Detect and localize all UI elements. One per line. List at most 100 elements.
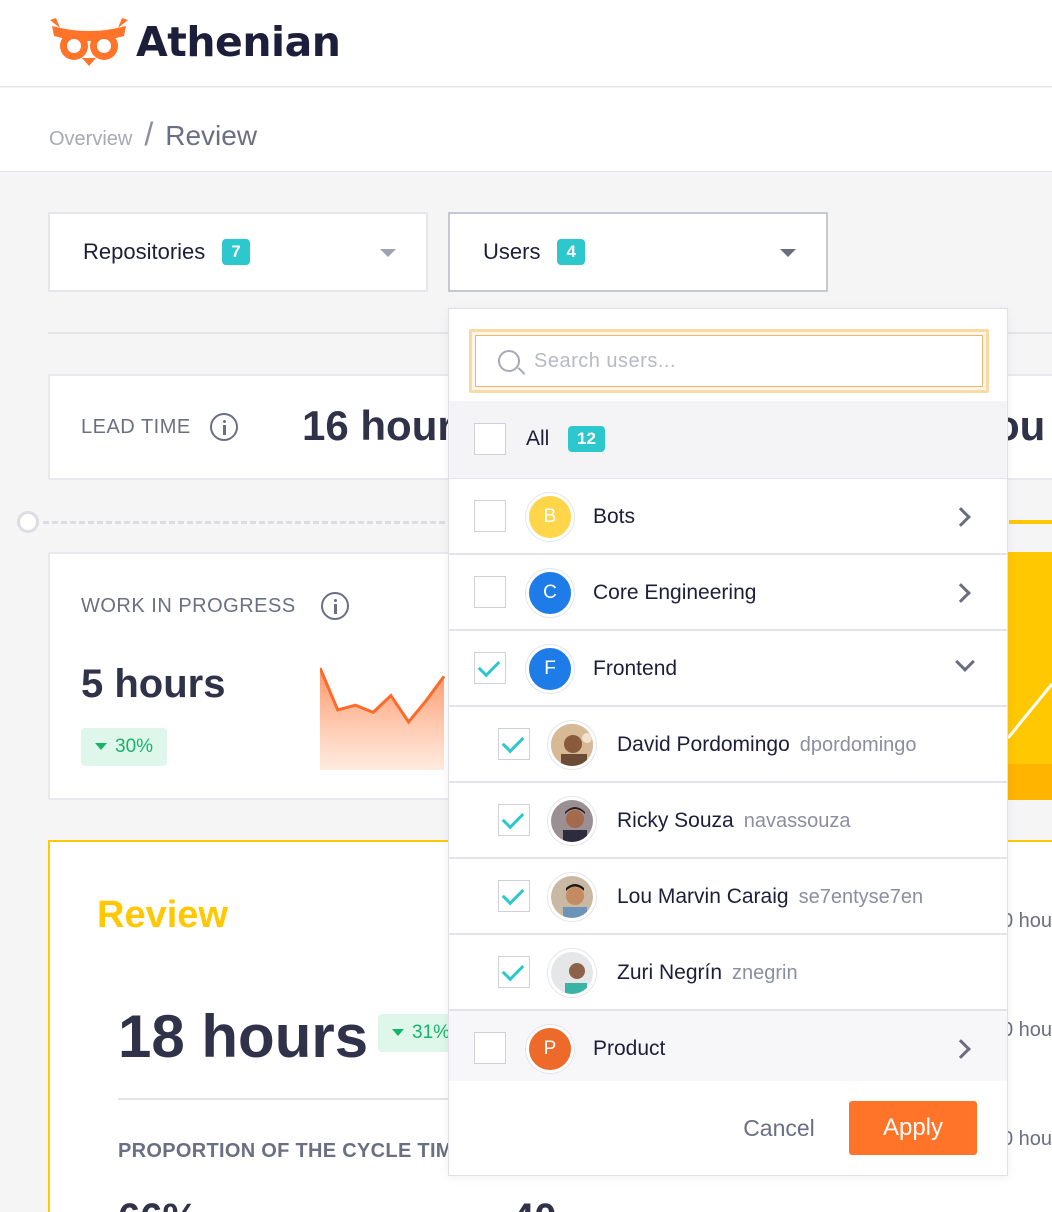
lead-time-label: LEAD TIME [81,416,191,438]
chevron-right-icon[interactable] [951,1039,971,1059]
lead-time-value: 16 hour [302,402,454,449]
proportion-label: PROPORTION OF THE CYCLE TIM [118,1140,453,1162]
info-icon[interactable] [210,413,238,441]
avatar [548,797,596,845]
wip-delta-badge: 30% [81,728,168,766]
team-row-frontend[interactable]: F Frontend [449,631,1007,707]
search-icon [498,350,520,372]
review-stage-highlight [1006,552,1052,800]
repositories-filter-label: Repositories [83,239,206,264]
search-box[interactable] [469,329,989,393]
user-checkbox[interactable] [498,880,530,912]
team-avatar: B [526,493,574,541]
review-title: Review [97,894,228,936]
all-users-row[interactable]: All 12 [449,401,1007,479]
avatar [548,873,596,921]
team-checkbox[interactable] [474,500,506,532]
breadcrumb: Overview / Review [49,116,257,153]
owl-logo-icon [50,18,128,66]
user-row[interactable]: Ricky Souza navassouza [449,783,1007,859]
user-name-line: Lou Marvin Caraig se7entyse7en [617,885,923,909]
user-checkbox[interactable] [498,956,530,988]
review-delta-value: 31% [412,1022,451,1043]
user-name-line: Ricky Souza navassouza [617,809,850,833]
users-filter[interactable]: Users 4 [448,212,828,292]
users-dropdown[interactable]: All 12 B Bots C Core Engineering F Front… [448,308,1008,1176]
team-name: Core Engineering [593,581,757,604]
wip-sparkline [320,667,446,770]
timeline-dashed-line [43,521,463,524]
team-checkbox[interactable] [474,576,506,608]
breadcrumb-bar: Overview / Review [0,88,1052,172]
user-photo [551,952,593,994]
user-row[interactable]: David Pordomingo dpordomingo [449,707,1007,783]
search-box-inner [475,335,983,387]
all-count-badge: 12 [568,426,605,452]
repositories-count-badge: 7 [222,239,250,265]
wip-label: WORK IN PROGRESS [81,595,296,617]
right-hint-1: 0 hou [1002,910,1052,932]
triangle-down-icon [392,1029,404,1036]
users-count-badge: 4 [557,239,585,265]
all-label: All [526,427,550,450]
users-filter-label: Users [483,239,541,264]
repositories-filter[interactable]: Repositories 7 [48,212,428,292]
triangle-down-icon [95,743,107,750]
user-name: Zuri Negrín [617,961,723,984]
team-row-bots[interactable]: B Bots [449,479,1007,555]
wip-value: 5 hours [81,662,226,706]
caret-down-icon [380,249,396,257]
proportion-right-value: 40 [512,1196,557,1212]
review-divider [118,1098,458,1100]
timeline-start-node [17,511,39,533]
review-sparkline-fragment [1006,683,1052,800]
caret-down-icon [780,249,796,257]
breadcrumb-overview-link[interactable]: Overview [49,128,132,151]
team-name: Bots [593,505,636,528]
team-avatar: F [526,645,574,693]
user-row[interactable]: Zuri Negrín znegrin [449,935,1007,1011]
apply-button[interactable]: Apply [849,1101,977,1155]
chevron-right-icon[interactable] [951,507,971,527]
user-name: Ricky Souza [617,809,734,832]
team-row-product[interactable]: P Product [449,1011,1007,1087]
app-logo[interactable]: Athenian [46,14,341,70]
right-hint-2: 0 hou [1002,1019,1052,1041]
wip-delta-value: 30% [115,736,154,757]
dropdown-footer: Cancel Apply [449,1081,1007,1175]
team-row-core-engineering[interactable]: C Core Engineering [449,555,1007,631]
team-name: Product [593,1037,666,1060]
team-name: Frontend [593,657,678,680]
user-name: David Pordomingo [617,733,790,756]
user-name-line: Zuri Negrín znegrin [617,961,798,985]
timeline-review-segment [1009,520,1052,524]
app-name: Athenian [136,18,341,66]
avatar [548,949,596,997]
top-bar: Athenian [0,0,1052,87]
user-name-line: David Pordomingo dpordomingo [617,733,917,757]
user-checkbox[interactable] [498,804,530,836]
review-value: 18 hours [118,1003,369,1070]
user-photo [551,800,593,842]
user-name: Lou Marvin Caraig [617,885,789,908]
team-checkbox[interactable] [474,1032,506,1064]
breadcrumb-separator: / [144,116,154,152]
user-row[interactable]: Lou Marvin Caraig se7entyse7en [449,859,1007,935]
team-avatar: C [526,569,574,617]
team-checkbox[interactable] [474,652,506,684]
proportion-left-value: 66% [118,1196,198,1212]
info-icon[interactable] [321,592,349,620]
user-checkbox[interactable] [498,728,530,760]
user-handle: dpordomingo [799,734,917,756]
user-handle: se7entyse7en [798,886,924,908]
search-users-input[interactable] [534,346,954,376]
chevron-down-icon[interactable] [955,652,975,672]
chevron-right-icon[interactable] [951,583,971,603]
right-hint-3: 0 hou [1002,1128,1052,1150]
avatar [548,721,596,769]
sparkline-area [320,668,444,770]
user-handle: znegrin [732,962,798,984]
cancel-button[interactable]: Cancel [719,1101,839,1155]
all-checkbox[interactable] [474,423,506,455]
page-title: Review [165,120,258,151]
